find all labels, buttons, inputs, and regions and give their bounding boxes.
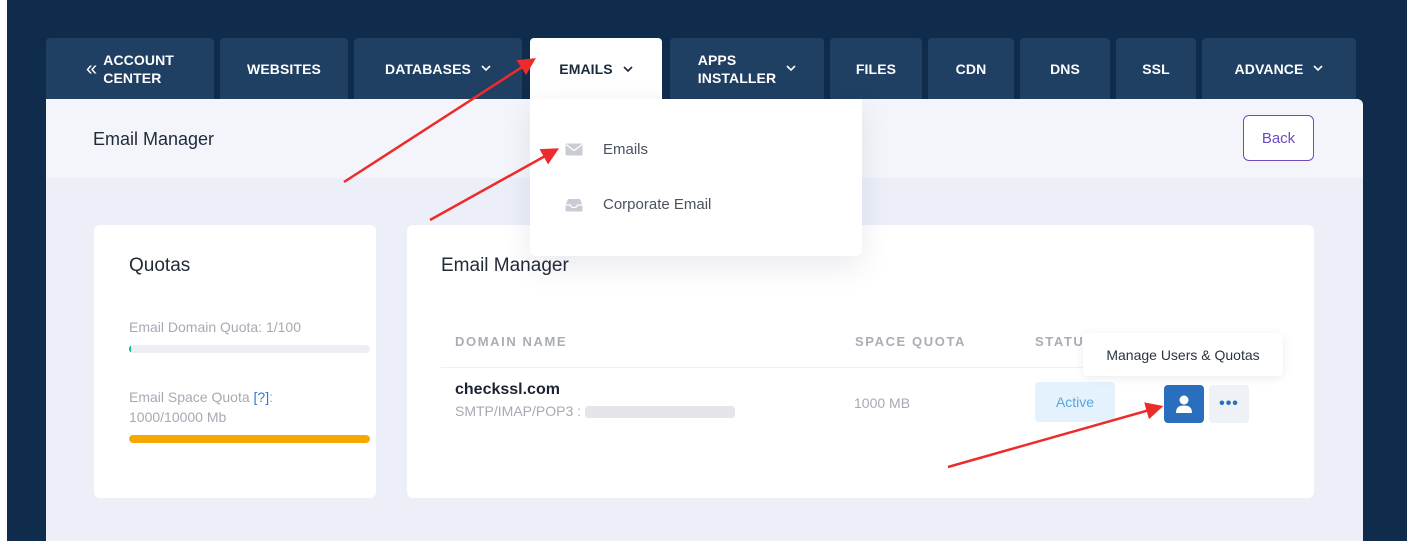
chevron-down-icon [1313, 65, 1324, 72]
tab-label-line1: ACCOUNT [103, 51, 174, 68]
tab-label: SSL [1142, 60, 1170, 77]
tab-websites[interactable]: WEBSITES [220, 38, 348, 99]
space-quota-value: 1000/10000 Mb [129, 409, 227, 425]
emails-dropdown-menu: Emails Corporate Email [530, 99, 862, 256]
tab-files[interactable]: FILES [830, 38, 922, 99]
quotas-title: Quotas [129, 255, 191, 276]
chevron-down-icon [481, 65, 491, 72]
domain-name: checkssl.com [455, 381, 560, 398]
tab-cdn[interactable]: CDN [928, 38, 1014, 99]
space-quota-label-suffix: : [269, 389, 273, 405]
menu-item-corporate-email[interactable]: Corporate Email [564, 196, 711, 213]
column-header-space-quota: SPACE QUOTA [855, 334, 967, 349]
tooltip: Manage Users & Quotas [1083, 333, 1283, 376]
envelope-icon [564, 142, 584, 158]
user-icon [1176, 395, 1192, 413]
tab-label: FILES [855, 60, 897, 77]
tab-databases[interactable]: DATABASES [354, 38, 522, 99]
tab-emails[interactable]: EMAILS [530, 38, 662, 100]
space-quota-value-cell: 1000 MB [854, 395, 911, 411]
tab-label: ADVANCE [1234, 60, 1304, 77]
tab-label: WEBSITES [247, 60, 321, 77]
smtp-host: SMTP/IMAP/POP3 : [455, 403, 736, 419]
space-quota-bar-fill [129, 435, 370, 443]
chevron-down-icon [623, 65, 633, 73]
tab-apps-installer[interactable]: APPS INSTALLER [670, 38, 824, 99]
tab-advance[interactable]: ADVANCE [1202, 38, 1356, 99]
space-quota-label-text: Email Space Quota [129, 389, 254, 405]
tab-label: EMAILS [559, 61, 613, 77]
menu-item-label: Corporate Email [603, 196, 712, 213]
domain-quota-label: Email Domain Quota: 1/100 [129, 319, 301, 335]
tab-label: CDN [955, 60, 987, 77]
inbox-tray-icon [564, 197, 584, 213]
page-title: Email Manager [93, 129, 215, 149]
tab-label-line2: CENTER [103, 69, 162, 86]
domain-quota-bar-fill [129, 345, 132, 353]
space-quota-label: Email Space Quota [?]: 1000/10000 Mb [129, 387, 273, 427]
tab-account-center[interactable]: « ACCOUNT CENTER [46, 38, 214, 99]
tab-label: DNS [1050, 60, 1080, 77]
quotas-card: Quotas Email Domain Quota: 1/100 Email S… [94, 225, 376, 498]
back-button[interactable]: Back [1243, 115, 1314, 161]
tab-label-line2: INSTALLER [697, 69, 777, 86]
window-edge [0, 0, 7, 541]
space-quota-bar [129, 435, 370, 443]
tab-dns[interactable]: DNS [1020, 38, 1110, 99]
column-header-domain: DOMAIN NAME [455, 334, 568, 349]
menu-item-emails[interactable]: Emails [564, 141, 648, 158]
domain-quota-bar [129, 345, 370, 353]
email-manager-title: Email Manager [441, 255, 569, 276]
tab-label: DATABASES [385, 60, 471, 77]
status-badge: Active [1035, 382, 1115, 422]
manage-users-button[interactable] [1164, 385, 1204, 423]
redacted-hostname [585, 406, 736, 419]
space-quota-help-link[interactable]: [?] [254, 389, 270, 405]
tab-label-line1: APPS [697, 51, 737, 68]
tab-ssl[interactable]: SSL [1116, 38, 1196, 99]
menu-item-label: Emails [603, 141, 649, 158]
smtp-label: SMTP/IMAP/POP3 : [455, 403, 582, 419]
ellipsis-icon: ••• [1219, 395, 1239, 412]
more-actions-button[interactable]: ••• [1209, 385, 1249, 423]
chevrons-left-icon: « [86, 57, 98, 80]
chevron-down-icon [786, 65, 796, 72]
